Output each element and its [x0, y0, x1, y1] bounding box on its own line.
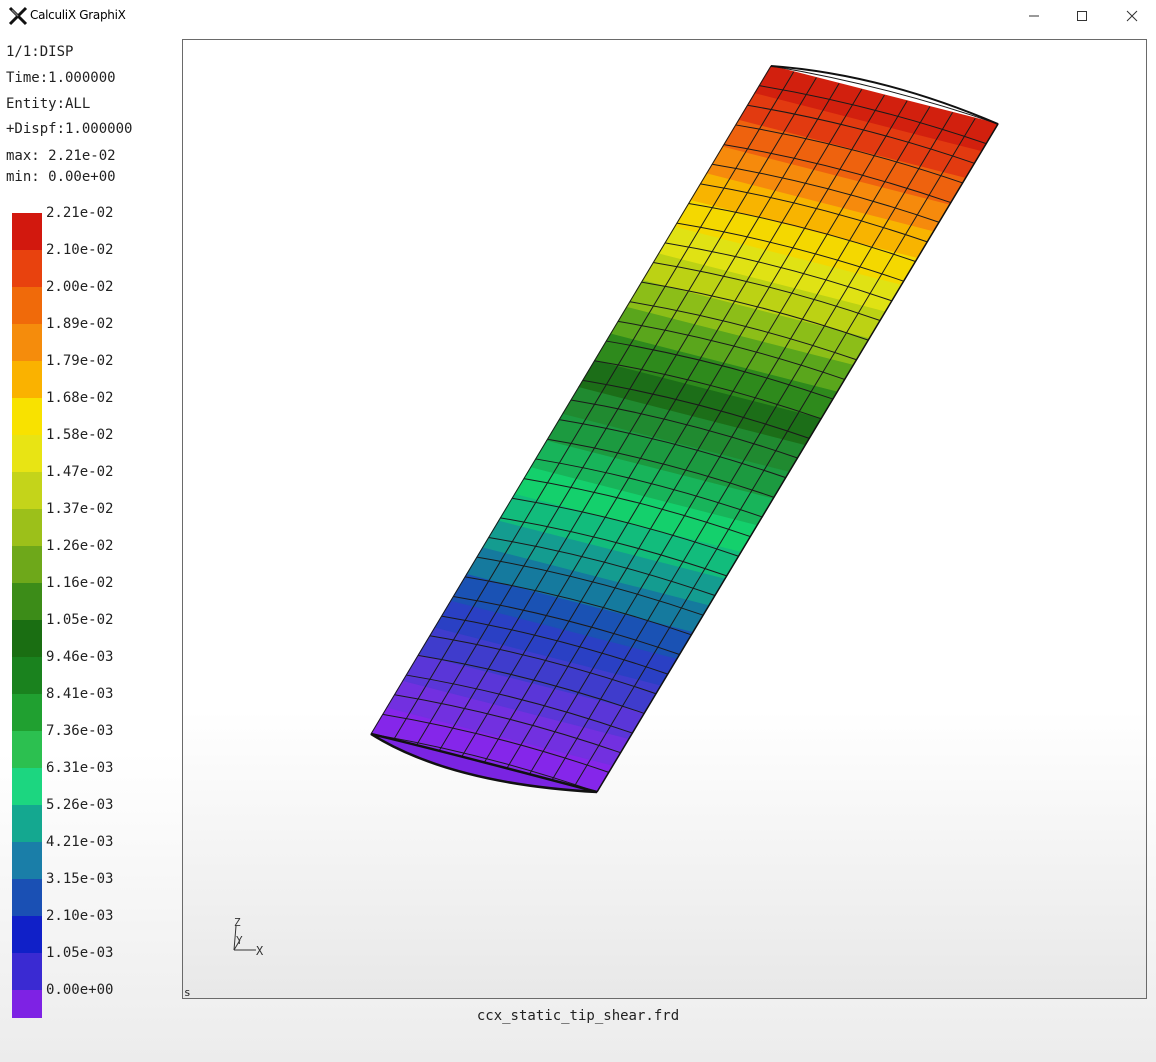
legend-label: 1.05e-03 [46, 945, 114, 961]
legend-label: 1.16e-02 [46, 575, 114, 591]
legend-label: 1.37e-02 [46, 501, 114, 517]
legend-label: 1.47e-02 [46, 464, 114, 480]
time-label: Time:1.000000 [6, 70, 116, 86]
legend-swatch [12, 657, 42, 694]
legend-swatch [12, 509, 42, 546]
legend-label: 1.79e-02 [46, 353, 114, 369]
axis-z-label: Z [234, 916, 241, 929]
min-value: min: 0.00e+00 [6, 169, 116, 185]
legend-swatch [12, 361, 42, 398]
legend-label: 1.26e-02 [46, 538, 114, 554]
legend-label: 2.00e-02 [46, 279, 114, 295]
maximize-button[interactable] [1058, 0, 1106, 32]
axis-y-label: Y [236, 934, 243, 947]
viewport-corner-label: s [184, 986, 191, 999]
legend-label: 2.10e-03 [46, 908, 114, 924]
legend-label: 0.00e+00 [46, 982, 114, 998]
legend-label: 1.68e-02 [46, 390, 114, 406]
legend-label: 1.05e-02 [46, 612, 114, 628]
legend-label: 6.31e-03 [46, 760, 114, 776]
wing-model[interactable] [183, 40, 1146, 998]
legend-swatch [12, 287, 42, 324]
legend-label: 5.26e-03 [46, 797, 114, 813]
legend-label: 9.46e-03 [46, 649, 114, 665]
maximize-icon [1076, 7, 1088, 26]
legend-swatch [12, 213, 42, 250]
dispf-label: +Dispf:1.000000 [6, 121, 133, 137]
legend-swatch [12, 324, 42, 361]
legend-swatch [12, 472, 42, 509]
calculix-x-icon [8, 6, 28, 26]
close-icon [1126, 7, 1138, 26]
legend-swatch [12, 731, 42, 768]
max-value: max: 2.21e-02 [6, 148, 116, 164]
legend-swatch [12, 620, 42, 657]
step-label: 1/1:DISP [6, 44, 74, 60]
legend-swatch [12, 250, 42, 287]
close-button[interactable] [1108, 0, 1156, 32]
minimize-icon [1028, 7, 1040, 26]
title-bar: CalculiX GraphiX [0, 0, 1156, 32]
viewport-3d[interactable] [182, 39, 1147, 999]
legend-swatch [12, 435, 42, 472]
axis-x-label: X [256, 944, 264, 958]
file-name: ccx_static_tip_shear.frd [476, 1008, 680, 1024]
legend-label: 3.15e-03 [46, 871, 114, 887]
legend-swatch [12, 694, 42, 731]
legend-swatch [12, 842, 42, 879]
legend-label: 1.89e-02 [46, 316, 114, 332]
legend-swatch [12, 768, 42, 805]
minimize-button[interactable] [1010, 0, 1058, 32]
legend-swatch [12, 583, 42, 620]
legend-label: 2.10e-02 [46, 242, 114, 258]
window-title: CalculiX GraphiX [30, 8, 126, 22]
entity-label: Entity:ALL [6, 96, 91, 112]
legend-swatch [12, 953, 42, 990]
legend-label: 7.36e-03 [46, 723, 114, 739]
legend-label: 8.41e-03 [46, 686, 114, 702]
legend-label: 4.21e-03 [46, 834, 114, 850]
legend-swatch [12, 398, 42, 435]
legend-swatch [12, 546, 42, 583]
legend-swatch [12, 805, 42, 842]
legend-label: 2.21e-02 [46, 205, 114, 221]
legend-swatch [12, 916, 42, 953]
axis-triad: X Y Z [233, 916, 264, 958]
legend-label: 1.58e-02 [46, 427, 114, 443]
mesh-line [483, 94, 885, 764]
legend-swatch [12, 879, 42, 916]
